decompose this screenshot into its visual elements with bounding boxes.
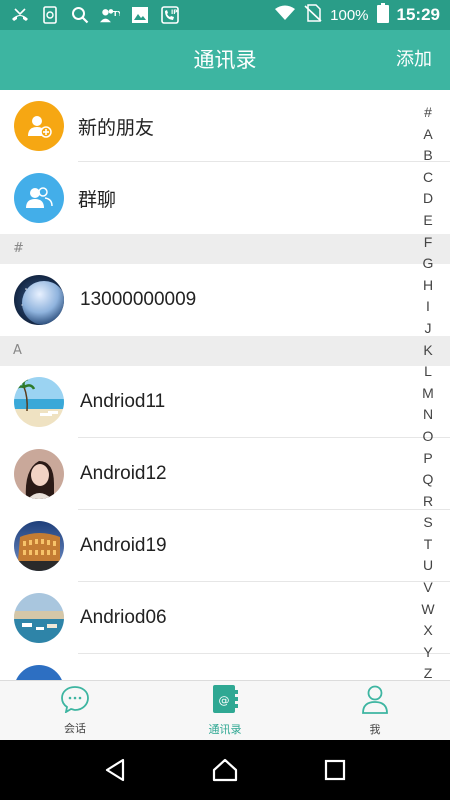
index-letter[interactable]: I bbox=[426, 296, 430, 318]
back-button[interactable] bbox=[95, 750, 135, 790]
planet-avatar bbox=[14, 275, 64, 325]
recents-square-icon bbox=[324, 759, 346, 781]
index-letter[interactable]: J bbox=[425, 318, 432, 340]
index-letter[interactable]: L bbox=[424, 361, 432, 383]
clock: 15:29 bbox=[396, 5, 440, 24]
alphabet-index[interactable]: # A B C D E F G H I J K L M N O P Q R S T U V W X Y Z bbox=[414, 102, 442, 685]
contact-row[interactable]: 13000000009 bbox=[0, 264, 450, 336]
title-bar: 通讯录 添加 bbox=[0, 30, 450, 90]
index-letter[interactable]: K bbox=[423, 340, 432, 362]
home-button[interactable] bbox=[205, 750, 245, 790]
index-letter[interactable]: D bbox=[423, 188, 433, 210]
page-title: 通讯录 bbox=[193, 48, 257, 72]
person-icon bbox=[361, 684, 389, 718]
back-triangle-icon bbox=[105, 758, 125, 782]
contact-name: Andriod11 bbox=[80, 391, 166, 412]
section-header-hash: # bbox=[0, 234, 450, 264]
index-letter[interactable]: U bbox=[423, 555, 433, 577]
home-icon bbox=[212, 758, 238, 782]
tab-bar: 会话 @ 通讯录 我 bbox=[0, 680, 450, 740]
tab-label: 会话 bbox=[64, 722, 86, 735]
index-letter[interactable]: R bbox=[423, 491, 433, 513]
contact-row[interactable]: Android12 bbox=[0, 438, 450, 510]
contact-list[interactable]: 新的朋友 群聊 # 13000000009 A Andriod11 Androi… bbox=[0, 90, 450, 680]
svg-text:@: @ bbox=[219, 694, 230, 707]
battery-icon bbox=[376, 2, 389, 28]
tab-label: 我 bbox=[369, 723, 381, 736]
add-friend-icon bbox=[14, 101, 64, 151]
new-friends-item[interactable]: 新的朋友 bbox=[0, 90, 450, 162]
system-status: 100% 15:29 bbox=[274, 2, 440, 28]
index-letter[interactable]: X bbox=[423, 620, 432, 642]
contact-row[interactable] bbox=[0, 654, 450, 680]
partial-avatar bbox=[14, 665, 64, 680]
tab-label: 通讯录 bbox=[208, 723, 242, 736]
contact-row[interactable]: Andriod11 bbox=[0, 366, 450, 438]
index-letter[interactable]: E bbox=[423, 210, 432, 232]
gallery-icon bbox=[130, 6, 150, 24]
index-letter[interactable]: G bbox=[423, 253, 434, 275]
group-chat-item[interactable]: 群聊 bbox=[0, 162, 450, 234]
index-letter[interactable]: Q bbox=[423, 469, 434, 491]
tab-contacts[interactable]: @ 通讯录 bbox=[150, 681, 300, 740]
wifi-icon bbox=[274, 5, 296, 26]
status-bar: TY IP 100% 15:29 bbox=[0, 0, 450, 30]
index-letter[interactable]: N bbox=[423, 404, 433, 426]
svg-text:IP: IP bbox=[171, 9, 178, 16]
harbor-avatar bbox=[14, 593, 64, 643]
chat-bubble-icon bbox=[60, 685, 90, 717]
index-letter[interactable]: M bbox=[422, 383, 434, 405]
group-chat-label: 群聊 bbox=[78, 189, 117, 211]
contact-name: Android19 bbox=[80, 535, 167, 556]
index-letter[interactable]: T bbox=[424, 534, 433, 556]
colosseum-avatar bbox=[14, 521, 64, 571]
group-chat-icon bbox=[14, 173, 64, 223]
index-letter[interactable]: W bbox=[421, 599, 434, 621]
new-friends-label: 新的朋友 bbox=[78, 117, 155, 139]
contact-row[interactable]: Android19 bbox=[0, 510, 450, 582]
contacts-notify-icon: TY bbox=[100, 6, 120, 24]
index-letter[interactable]: A bbox=[423, 124, 432, 146]
index-letter[interactable]: B bbox=[423, 145, 432, 167]
contact-name: Andriod06 bbox=[80, 607, 167, 628]
contact-name: Android12 bbox=[80, 463, 167, 484]
ip-call-icon: IP bbox=[160, 6, 180, 24]
tab-conversations[interactable]: 会话 bbox=[0, 681, 150, 740]
index-letter[interactable]: S bbox=[423, 512, 432, 534]
index-letter[interactable]: C bbox=[423, 167, 433, 189]
index-letter[interactable]: V bbox=[423, 577, 432, 599]
recents-button[interactable] bbox=[315, 750, 355, 790]
index-letter[interactable]: Y bbox=[423, 642, 432, 664]
beach-avatar bbox=[14, 377, 64, 427]
contacts-book-icon: @ bbox=[211, 684, 239, 718]
search-icon bbox=[70, 6, 90, 24]
contact-name: 13000000009 bbox=[80, 289, 197, 310]
section-header-a: A bbox=[0, 336, 450, 366]
system-nav-bar bbox=[0, 740, 450, 800]
missed-call-icon bbox=[10, 6, 30, 24]
index-letter[interactable]: # bbox=[424, 102, 432, 124]
sim-app-icon bbox=[40, 6, 60, 24]
index-letter[interactable]: O bbox=[423, 426, 434, 448]
battery-percent: 100% bbox=[330, 6, 369, 24]
index-letter[interactable]: H bbox=[423, 275, 433, 297]
woman-avatar bbox=[14, 449, 64, 499]
add-button[interactable]: 添加 bbox=[396, 30, 432, 90]
notification-icons: TY IP bbox=[10, 6, 180, 24]
no-sim-icon bbox=[304, 3, 322, 27]
contact-row[interactable]: Andriod06 bbox=[0, 582, 450, 654]
index-letter[interactable]: P bbox=[423, 448, 432, 470]
svg-text:TY: TY bbox=[113, 9, 120, 18]
index-letter[interactable]: F bbox=[424, 232, 433, 254]
tab-me[interactable]: 我 bbox=[300, 681, 450, 740]
